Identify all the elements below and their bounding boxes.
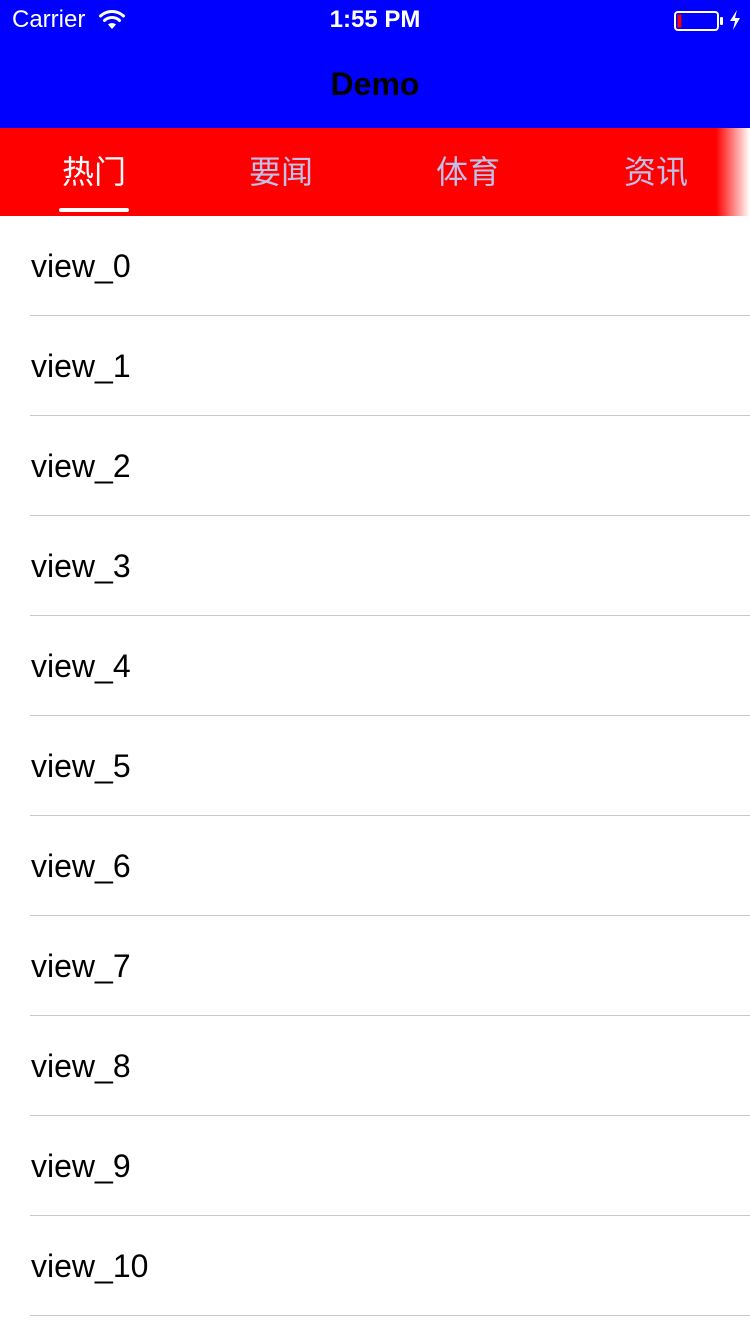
list-item[interactable]: view_9	[0, 1116, 750, 1216]
list-item[interactable]: view_2	[0, 416, 750, 516]
list-item-label: view_9	[31, 1148, 131, 1184]
clock: 1:55 PM	[329, 6, 421, 33]
list-item[interactable]: view_0	[0, 216, 750, 316]
list-item-label: view_6	[31, 848, 131, 884]
charging-bolt-icon	[730, 10, 740, 30]
tab-bar: 热门 要闻 体育 资讯	[0, 128, 750, 216]
list-item-label: view_8	[31, 1048, 131, 1084]
content-list: view_0 view_1 view_2 view_3 view_4 view_…	[0, 216, 750, 1316]
tab-selection-indicator	[59, 208, 129, 212]
list-item[interactable]: view_10	[0, 1216, 750, 1316]
list-item[interactable]: view_3	[0, 516, 750, 616]
tab-sports[interactable]: 体育	[408, 150, 528, 194]
battery-low-icon	[674, 11, 723, 31]
page-title: Demo	[330, 66, 420, 102]
list-item[interactable]: view_5	[0, 716, 750, 816]
tab-hot[interactable]: 热门	[34, 150, 154, 194]
list-item-label: view_4	[31, 648, 131, 684]
list-item-label: view_2	[31, 448, 131, 484]
row-separator	[30, 1315, 750, 1316]
list-item-label: view_1	[31, 348, 131, 384]
list-item[interactable]: view_4	[0, 616, 750, 716]
tab-scroll-fade	[716, 128, 750, 216]
tab-headlines[interactable]: 要闻	[221, 150, 341, 194]
list-item[interactable]: view_7	[0, 916, 750, 1016]
list-item-label: view_3	[31, 548, 131, 584]
navigation-header: Carrier 1:55 PM Demo	[0, 0, 750, 128]
list-item-label: view_7	[31, 948, 131, 984]
list-item[interactable]: view_8	[0, 1016, 750, 1116]
status-bar: Carrier 1:55 PM	[0, 0, 750, 40]
list-item-label: view_5	[31, 748, 131, 784]
list-item[interactable]: view_6	[0, 816, 750, 916]
tab-news[interactable]: 资讯	[596, 150, 716, 194]
list-item-label: view_10	[31, 1248, 149, 1284]
list-item[interactable]: view_1	[0, 316, 750, 416]
list-item-label: view_0	[31, 248, 131, 284]
